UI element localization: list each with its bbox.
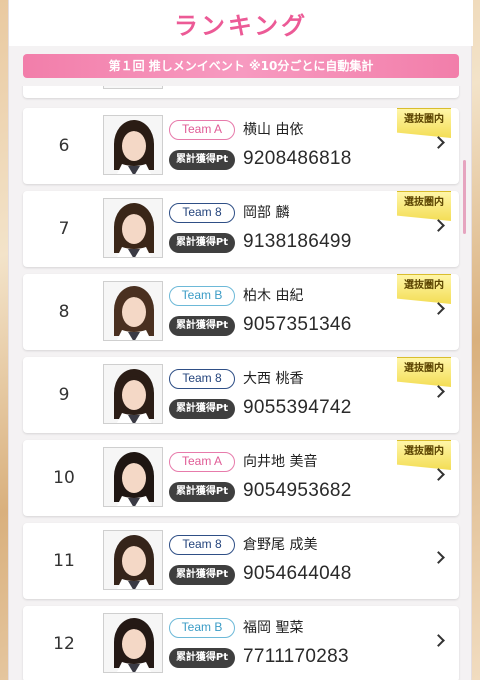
points-label: 累計獲得Pt xyxy=(169,482,235,502)
rank-number: 10 xyxy=(53,468,75,488)
points-value: 9057351346 xyxy=(243,314,352,335)
member-photo xyxy=(103,86,163,89)
chevron-right-icon xyxy=(432,468,445,481)
member-photo xyxy=(103,364,163,424)
member-name: 福岡 聖菜 xyxy=(243,620,304,636)
points-value: 9054953682 xyxy=(243,480,352,501)
points-value: 9138186499 xyxy=(243,231,352,252)
team-badge: Team B xyxy=(169,286,235,306)
team-badge: Team A xyxy=(169,452,235,472)
chevron-right-icon xyxy=(432,136,445,149)
member-photo xyxy=(103,447,163,507)
chevron-right-icon xyxy=(432,219,445,232)
ranking-row[interactable]: 11 Team 8 倉野尾 成美 累計獲得Pt 9054644048 xyxy=(23,523,459,599)
member-photo xyxy=(103,281,163,341)
team-badge: Team B xyxy=(169,618,235,638)
ranking-row[interactable]: 10 Team A 向井地 美音 累計獲得Pt 9054953682 選抜圏内 xyxy=(23,440,459,516)
team-badge: Team 8 xyxy=(169,535,235,555)
rank-number: 8 xyxy=(58,302,70,322)
rank-number: 12 xyxy=(53,634,75,654)
points-value: 9208486818 xyxy=(243,148,352,169)
member-photo xyxy=(103,198,163,258)
ranking-panel: ランキング 第１回 推しメンイベント ※10分ごとに自動集計 累計獲得Pt 90… xyxy=(8,0,473,680)
member-photo xyxy=(103,115,163,175)
title-bar: ランキング xyxy=(9,0,473,46)
points-label: 累計獲得Pt xyxy=(169,233,235,253)
member-name: 倉野尾 成美 xyxy=(243,537,318,553)
team-badge: Team A xyxy=(169,120,235,140)
chevron-right-icon xyxy=(432,385,445,398)
member-photo xyxy=(103,530,163,590)
row-detail-button[interactable] xyxy=(419,357,459,433)
row-detail-button[interactable] xyxy=(419,108,459,184)
member-name: 岡部 麟 xyxy=(243,205,290,221)
row-detail-button[interactable] xyxy=(419,191,459,267)
ranking-row[interactable]: 8 Team B 柏木 由紀 累計獲得Pt 9057351346 選抜圏内 xyxy=(23,274,459,350)
points-label: 累計獲得Pt xyxy=(169,150,235,170)
ranking-row-partial[interactable]: 累計獲得Pt 9055551651 xyxy=(23,86,459,98)
page-title: ランキング xyxy=(173,12,309,40)
ranking-row[interactable]: 9 Team 8 大西 桃香 累計獲得Pt 9055394742 選抜圏内 xyxy=(23,357,459,433)
chevron-right-icon xyxy=(432,634,445,647)
points-value: 9055394742 xyxy=(243,397,352,418)
points-label: 累計獲得Pt xyxy=(169,648,235,668)
member-name: 横山 由依 xyxy=(243,122,304,138)
team-badge: Team 8 xyxy=(169,369,235,389)
ranking-row[interactable]: 6 Team A 横山 由依 累計獲得Pt 9208486818 選抜圏内 xyxy=(23,108,459,184)
row-detail-button[interactable] xyxy=(419,274,459,350)
ranking-list[interactable]: 累計獲得Pt 9055551651 6Team A横山 由依累計獲得Pt9208… xyxy=(9,86,473,680)
team-badge: Team 8 xyxy=(169,203,235,223)
rank-number: 11 xyxy=(53,551,75,571)
rank-number: 6 xyxy=(58,136,70,156)
event-banner: 第１回 推しメンイベント ※10分ごとに自動集計 xyxy=(23,54,459,78)
rank-number: 7 xyxy=(58,219,70,239)
ranking-row[interactable]: 12 Team B 福岡 聖菜 累計獲得Pt 7711170283 xyxy=(23,606,459,680)
points-label: 累計獲得Pt xyxy=(169,399,235,419)
chevron-right-icon xyxy=(432,302,445,315)
row-detail-button[interactable] xyxy=(419,523,459,599)
points-value: 7711170283 xyxy=(243,646,349,667)
ranking-row[interactable]: 7 Team 8 岡部 麟累計獲得Pt 9138186499 選抜圏内 xyxy=(23,191,459,267)
chevron-right-icon xyxy=(432,551,445,564)
points-label: 累計獲得Pt xyxy=(169,316,235,336)
points-label: 累計獲得Pt xyxy=(169,565,235,585)
scrollbar-thumb[interactable] xyxy=(463,160,466,234)
row-detail-button[interactable] xyxy=(419,606,459,680)
rank-number: 9 xyxy=(58,385,70,405)
member-photo xyxy=(103,613,163,673)
row-detail-button[interactable] xyxy=(419,440,459,516)
points-value: 9054644048 xyxy=(243,563,352,584)
member-name: 柏木 由紀 xyxy=(243,288,304,304)
member-name: 大西 桃香 xyxy=(243,371,304,387)
member-name: 向井地 美音 xyxy=(243,454,318,470)
